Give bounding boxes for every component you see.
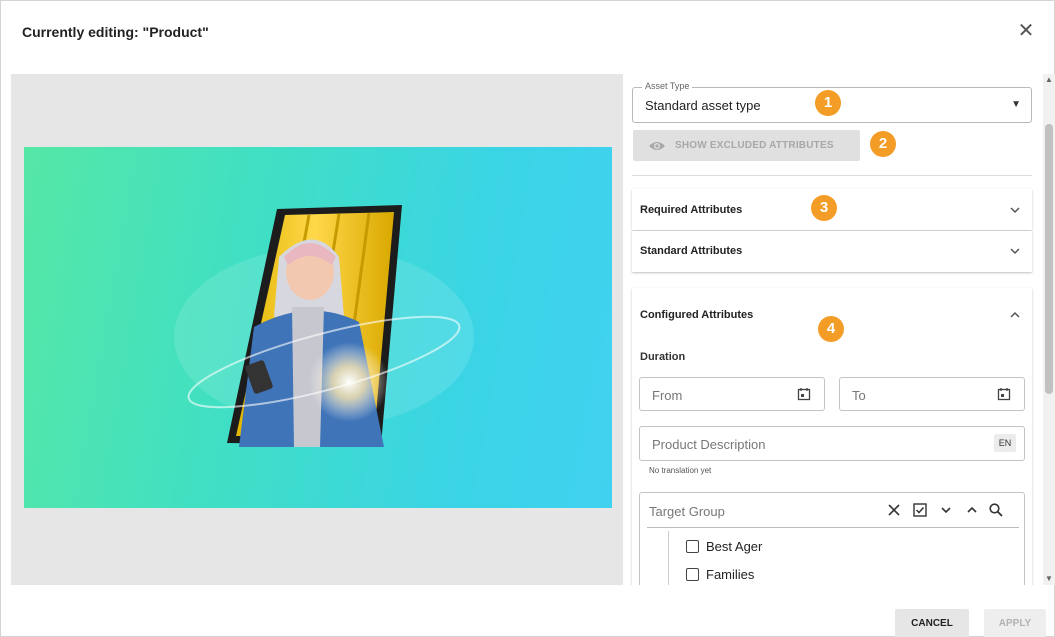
dropdown-arrow-icon: ▼ bbox=[1011, 99, 1021, 110]
step-badge-4: 4 bbox=[818, 316, 844, 342]
product-image bbox=[24, 147, 612, 508]
duration-label: Duration bbox=[640, 351, 686, 363]
target-group-item-label: Best Ager bbox=[706, 539, 763, 554]
scroll-down-icon[interactable]: ▼ bbox=[1043, 573, 1055, 585]
apply-button[interactable]: APPLY bbox=[984, 609, 1046, 637]
dialog-title: Currently editing: "Product" bbox=[22, 24, 209, 40]
chevron-up-icon[interactable] bbox=[1008, 308, 1022, 322]
search-icon[interactable] bbox=[988, 502, 1004, 518]
show-excluded-attributes-label: SHOW EXCLUDED ATTRIBUTES bbox=[675, 140, 834, 151]
clear-icon[interactable] bbox=[886, 502, 902, 518]
show-excluded-attributes-button[interactable]: SHOW EXCLUDED ATTRIBUTES bbox=[633, 130, 860, 161]
to-date-input[interactable]: To bbox=[839, 377, 1025, 411]
checkbox[interactable] bbox=[686, 568, 699, 581]
chevron-up-icon[interactable] bbox=[964, 502, 980, 518]
scroll-up-icon[interactable]: ▲ bbox=[1043, 74, 1055, 86]
target-group-tree-select[interactable]: Target Group Best Ager Families bbox=[639, 492, 1025, 585]
product-description-placeholder: Product Description bbox=[652, 437, 766, 452]
calendar-icon[interactable] bbox=[997, 387, 1011, 401]
panel-scrollbar[interactable]: ▲ ▼ bbox=[1043, 74, 1055, 585]
scrollbar-thumb[interactable] bbox=[1045, 124, 1053, 394]
target-group-item-label: Families bbox=[706, 567, 755, 582]
section-divider bbox=[632, 175, 1032, 176]
step-badge-3: 3 bbox=[811, 195, 837, 221]
from-placeholder: From bbox=[652, 388, 683, 403]
asset-type-value: Standard asset type bbox=[645, 98, 761, 113]
chevron-down-icon bbox=[1010, 207, 1020, 214]
smartphone-woman-illustration bbox=[174, 205, 474, 447]
from-date-input[interactable]: From bbox=[639, 377, 825, 411]
product-description-input[interactable]: Product Description EN bbox=[639, 426, 1025, 461]
preview-area bbox=[11, 74, 623, 585]
tree-guide-line bbox=[668, 531, 669, 585]
standard-attributes-section[interactable]: Standard Attributes bbox=[632, 231, 1032, 272]
target-group-placeholder: Target Group bbox=[649, 504, 725, 519]
checkbox[interactable] bbox=[686, 540, 699, 553]
standard-attributes-title: Standard Attributes bbox=[640, 245, 743, 257]
attributes-panel: Asset Type Standard asset type ▼ 1 SHOW … bbox=[623, 74, 1043, 585]
close-icon[interactable]: ✕ bbox=[1015, 20, 1037, 42]
chevron-down-icon[interactable] bbox=[938, 502, 954, 518]
eye-icon bbox=[649, 142, 665, 150]
target-group-underline bbox=[647, 527, 1019, 528]
translation-hint: No translation yet bbox=[649, 466, 712, 475]
step-badge-2: 2 bbox=[870, 131, 896, 157]
asset-type-label: Asset Type bbox=[642, 81, 693, 91]
select-all-icon[interactable] bbox=[912, 502, 928, 518]
configured-attributes-title[interactable]: Configured Attributes bbox=[640, 309, 753, 321]
chevron-down-icon bbox=[1010, 248, 1020, 255]
language-badge[interactable]: EN bbox=[994, 434, 1016, 452]
step-badge-1: 1 bbox=[815, 90, 841, 116]
required-attributes-title: Required Attributes bbox=[640, 204, 743, 216]
to-placeholder: To bbox=[852, 388, 866, 403]
edit-dialog: Currently editing: "Product" ✕ Asset Typ… bbox=[0, 0, 1055, 637]
cancel-button[interactable]: CANCEL bbox=[895, 609, 969, 637]
target-group-toolbar bbox=[886, 502, 1016, 518]
calendar-icon[interactable] bbox=[797, 387, 811, 401]
